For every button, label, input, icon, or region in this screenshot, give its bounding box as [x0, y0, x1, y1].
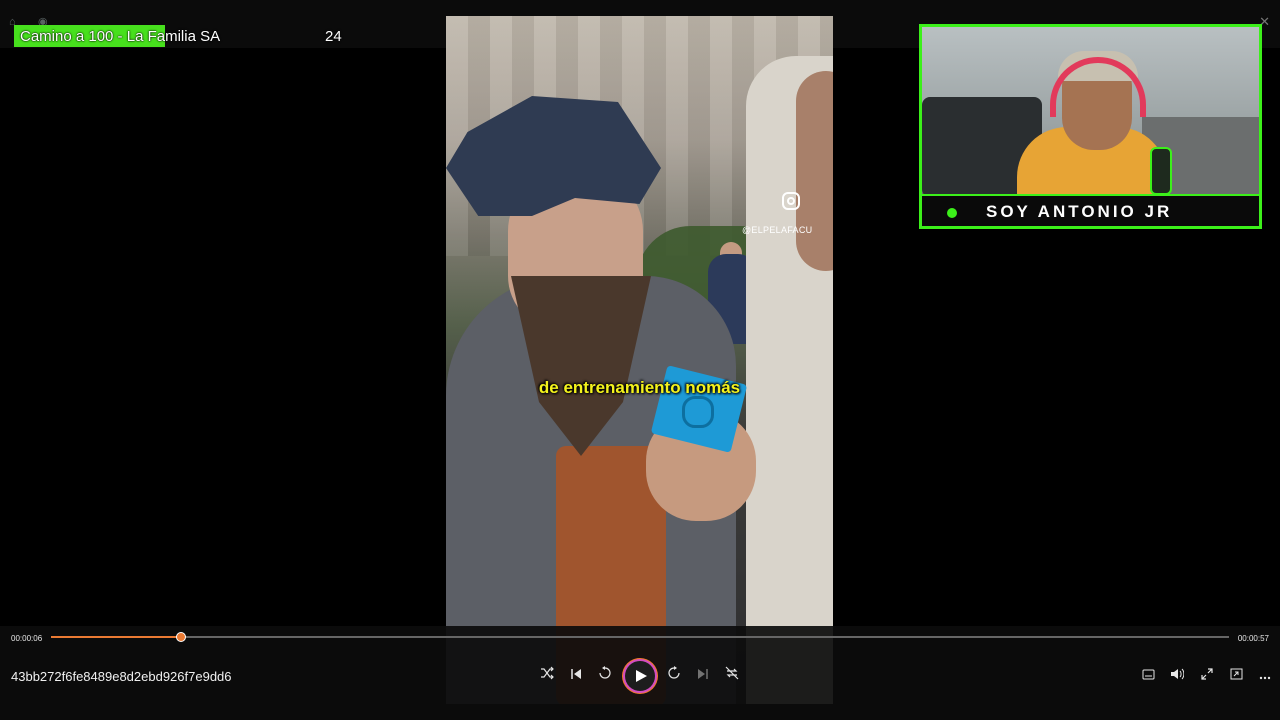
microphone-logo-icon	[682, 396, 714, 428]
instagram-handle: @ELPELAFACU	[742, 225, 813, 235]
rewind-10-icon[interactable]	[595, 666, 615, 686]
repeat-off-icon[interactable]	[722, 666, 742, 686]
webcam-overlay: SOY ANTONIO JR	[919, 24, 1262, 229]
play-icon	[636, 670, 647, 682]
streamer-microphone	[1150, 147, 1172, 195]
more-icon[interactable]	[1255, 666, 1275, 686]
play-button[interactable]	[625, 661, 655, 691]
shuffle-icon[interactable]	[537, 666, 557, 686]
goal-current-count: 24	[325, 28, 342, 45]
subtitles-icon[interactable]	[1138, 666, 1158, 686]
video-subtitle: de entrenamiento nomás	[538, 378, 741, 397]
mini-player-icon[interactable]	[1226, 666, 1246, 686]
seek-thumb[interactable]	[176, 632, 186, 642]
media-title: 43bb272f6fe8489e8d2ebd926f7e9dd6	[11, 669, 232, 684]
live-dot-icon	[947, 208, 957, 218]
streamer-name: SOY ANTONIO JR	[986, 202, 1173, 221]
instagram-icon	[782, 192, 800, 210]
interviewer-head	[796, 71, 833, 271]
player-controls: 00:00:06 00:00:57 43bb272f6fe8489e8d2ebd…	[0, 626, 1280, 720]
volume-icon[interactable]	[1167, 666, 1187, 686]
forward-30-icon[interactable]	[664, 666, 684, 686]
next-icon[interactable]	[693, 666, 713, 686]
video-frame[interactable]: @ELPELAFACU de entrenamiento nomás	[446, 16, 833, 704]
previous-icon[interactable]	[566, 666, 586, 686]
goal-title: Camino a 100 - La Familia SA	[20, 28, 221, 45]
time-total: 00:00:57	[1237, 634, 1269, 643]
seek-bar[interactable]	[51, 632, 1229, 642]
time-current: 00:00:06	[11, 634, 43, 643]
seek-bar-fill	[51, 636, 181, 638]
fullscreen-icon[interactable]	[1197, 666, 1217, 686]
webcam-name-bar: SOY ANTONIO JR	[922, 194, 1259, 226]
